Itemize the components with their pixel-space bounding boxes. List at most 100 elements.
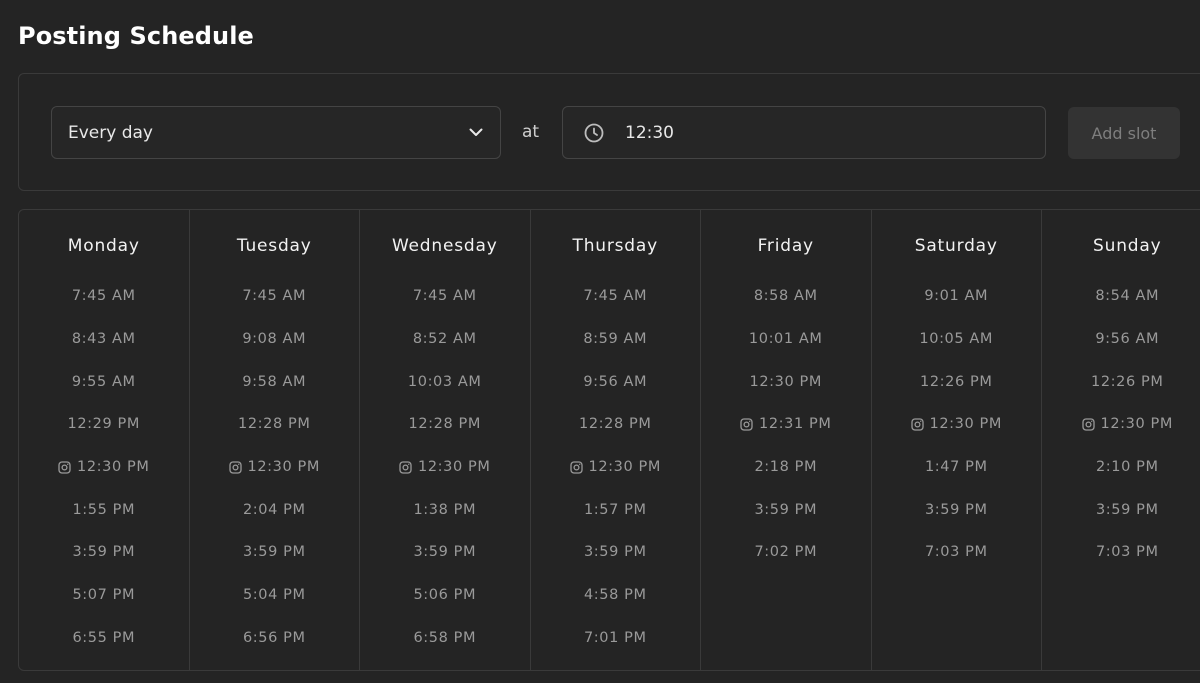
time-slot[interactable]: 3:59 PM	[190, 531, 360, 574]
time-slot[interactable]: 3:59 PM	[531, 531, 701, 574]
time-slot[interactable]: 12:31 PM	[701, 403, 871, 446]
time-slot-label: 5:07 PM	[72, 587, 136, 604]
time-slot[interactable]: 12:30 PM	[360, 446, 530, 489]
time-slot[interactable]: 7:03 PM	[1042, 531, 1200, 574]
time-slot[interactable]: 8:59 AM	[531, 318, 701, 361]
day-name: Friday	[757, 236, 814, 256]
instagram-icon	[58, 460, 71, 474]
page-title: Posting Schedule	[18, 22, 254, 50]
time-slot-label: 6:56 PM	[242, 629, 306, 646]
chevron-down-icon	[468, 125, 484, 141]
time-slot-label: 12:28 PM	[238, 416, 311, 433]
time-slot[interactable]: 7:45 AM	[360, 275, 530, 318]
time-slot-label: 10:03 AM	[407, 373, 482, 390]
time-slot-label: 3:59 PM	[754, 501, 818, 518]
time-slot[interactable]: 7:45 AM	[190, 275, 360, 318]
time-slot[interactable]: 2:04 PM	[190, 488, 360, 531]
time-slot[interactable]: 3:59 PM	[701, 488, 871, 531]
time-slot[interactable]: 12:26 PM	[872, 360, 1042, 403]
time-slot[interactable]: 3:59 PM	[19, 531, 189, 574]
time-slot[interactable]: 1:55 PM	[19, 488, 189, 531]
time-slot-label: 8:52 AM	[412, 331, 477, 348]
time-slot-label: 10:01 AM	[748, 331, 823, 348]
time-slot[interactable]: 8:58 AM	[701, 275, 871, 318]
time-slot[interactable]: 1:57 PM	[531, 488, 701, 531]
time-slot[interactable]: 2:10 PM	[1042, 446, 1200, 489]
instagram-icon	[228, 460, 242, 474]
time-slot[interactable]: 12:28 PM	[360, 403, 530, 446]
time-slot[interactable]: 1:47 PM	[872, 446, 1042, 489]
time-slot-label: 1:57 PM	[583, 501, 647, 518]
day-name: Monday	[67, 236, 140, 256]
time-slot[interactable]: 1:38 PM	[360, 488, 530, 531]
time-slot-label: 9:55 AM	[71, 373, 136, 390]
time-slot[interactable]: 6:55 PM	[19, 617, 189, 660]
time-slot[interactable]: 12:30 PM	[19, 446, 189, 489]
time-slot[interactable]: 8:43 AM	[19, 318, 189, 361]
time-slot[interactable]: 8:52 AM	[360, 318, 530, 361]
time-slot[interactable]: 12:28 PM	[531, 403, 701, 446]
time-slot-list: 8:58 AM 10:01 AM 12:30 PM 12:31 PM 2:18 PM 3:…	[701, 275, 871, 574]
time-slot-label: 12:30 PM	[1100, 416, 1173, 433]
time-slot[interactable]: 9:08 AM	[190, 318, 360, 361]
time-slot[interactable]: 10:03 AM	[360, 360, 530, 403]
time-slot[interactable]: 12:28 PM	[190, 403, 360, 446]
time-slot[interactable]: 6:56 PM	[190, 617, 360, 660]
time-slot-label: 8:43 AM	[71, 331, 136, 348]
time-slot[interactable]: 9:55 AM	[19, 360, 189, 403]
time-slot-label: 9:08 AM	[242, 331, 307, 348]
time-slot[interactable]: 3:59 PM	[1042, 488, 1200, 531]
time-slot-label: 12:30 PM	[418, 459, 491, 476]
time-slot-list: 7:45 AM 9:08 AM 9:58 AM 12:28 PM 12:30 PM 2:0…	[190, 275, 360, 659]
day-column-wednesday: Wednesday 7:45 AM 8:52 AM 10:03 AM 12:28 PM 1…	[360, 210, 531, 670]
time-slot[interactable]: 8:54 AM	[1042, 275, 1200, 318]
time-slot[interactable]: 5:07 PM	[19, 574, 189, 617]
time-slot[interactable]: 12:30 PM	[190, 446, 360, 489]
time-slot[interactable]: 9:58 AM	[190, 360, 360, 403]
time-slot[interactable]: 7:45 AM	[19, 275, 189, 318]
time-slot-label: 7:01 PM	[583, 629, 647, 646]
time-slot[interactable]: 5:06 PM	[360, 574, 530, 617]
time-slot-label: 9:56 AM	[583, 373, 648, 390]
time-slot[interactable]: 9:56 AM	[1042, 318, 1200, 361]
time-slot-label: 8:58 AM	[753, 288, 818, 305]
time-slot[interactable]: 9:01 AM	[872, 275, 1042, 318]
time-slot-label: 12:28 PM	[579, 416, 652, 433]
time-slot[interactable]: 6:58 PM	[360, 617, 530, 660]
time-slot-label: 12:30 PM	[929, 416, 1002, 433]
time-slot-label: 8:54 AM	[1095, 288, 1160, 305]
frequency-select[interactable]: Every day	[51, 106, 501, 159]
time-slot[interactable]: 4:58 PM	[531, 574, 701, 617]
time-slot-label: 1:47 PM	[924, 459, 988, 476]
time-slot[interactable]: 3:59 PM	[872, 488, 1042, 531]
time-slot-label: 7:45 AM	[412, 288, 477, 305]
time-slot-label: 7:45 AM	[71, 288, 136, 305]
time-slot[interactable]: 12:29 PM	[19, 403, 189, 446]
time-slot-label: 6:58 PM	[413, 629, 477, 646]
time-slot[interactable]: 9:56 AM	[531, 360, 701, 403]
time-slot-label: 9:56 AM	[1095, 331, 1160, 348]
add-slot-button[interactable]: Add slot	[1068, 107, 1180, 159]
time-slot[interactable]: 7:01 PM	[531, 617, 701, 660]
time-slot[interactable]: 3:59 PM	[360, 531, 530, 574]
time-slot[interactable]: 10:01 AM	[701, 318, 871, 361]
time-slot-label: 5:04 PM	[242, 587, 306, 604]
time-slot-label: 12:29 PM	[67, 416, 140, 433]
time-slot[interactable]: 7:45 AM	[531, 275, 701, 318]
time-slot-label: 7:45 AM	[242, 288, 307, 305]
time-slot[interactable]: 12:30 PM	[1042, 403, 1200, 446]
time-slot[interactable]: 2:18 PM	[701, 446, 871, 489]
time-slot[interactable]: 12:26 PM	[1042, 360, 1200, 403]
time-input[interactable]: 12:30	[562, 106, 1046, 159]
day-column-saturday: Saturday 9:01 AM 10:05 AM 12:26 PM 12:30 PM 1…	[872, 210, 1042, 670]
instagram-icon	[740, 418, 753, 431]
time-slot[interactable]: 10:05 AM	[872, 318, 1042, 361]
time-slot-label: 5:06 PM	[413, 587, 477, 604]
time-slot[interactable]: 7:02 PM	[701, 531, 871, 574]
time-slot[interactable]: 5:04 PM	[190, 574, 360, 617]
time-slot[interactable]: 12:30 PM	[872, 403, 1042, 446]
time-slot[interactable]: 12:30 PM	[701, 360, 871, 403]
time-slot-label: 12:30 PM	[588, 459, 661, 476]
time-slot[interactable]: 12:30 PM	[531, 446, 701, 489]
time-slot[interactable]: 7:03 PM	[872, 531, 1042, 574]
